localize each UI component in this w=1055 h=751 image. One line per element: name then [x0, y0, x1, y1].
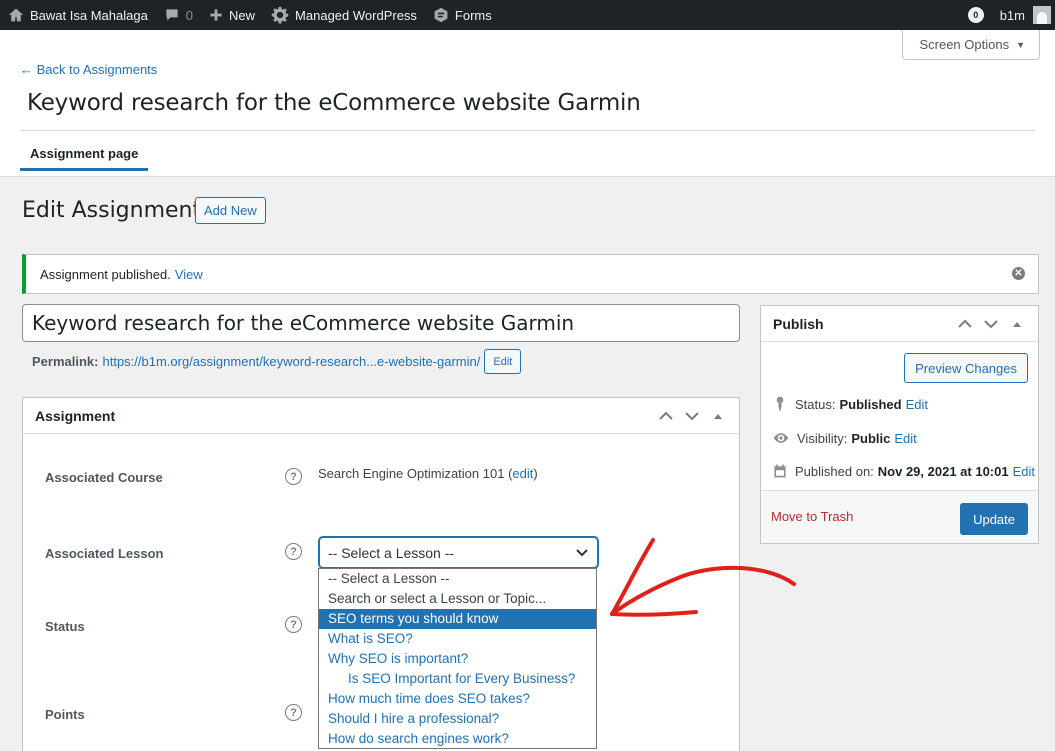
publish-metabox: Publish Preview Changes Status: Publishe… — [760, 305, 1039, 544]
status-row: Status: Published Edit — [772, 396, 928, 412]
visibility-value: Public — [851, 430, 891, 446]
permalink-edit-button[interactable]: Edit — [484, 349, 522, 374]
comments-count: 0 — [185, 7, 194, 23]
managed-wordpress-menu[interactable]: Managed WordPress — [263, 0, 425, 30]
forms-menu[interactable]: Forms — [425, 0, 500, 30]
update-button[interactable]: Update — [960, 503, 1028, 535]
move-up-icon[interactable] — [653, 411, 679, 421]
published-edit-link[interactable]: Edit — [1013, 464, 1035, 479]
course-name: Search Engine Optimization 101 — [318, 466, 505, 481]
published-value: Nov 29, 2021 at 10:01 — [877, 463, 1009, 479]
gear-icon — [271, 6, 289, 24]
lesson-select-value: -- Select a Lesson -- — [328, 544, 455, 561]
permalink-url[interactable]: https://b1m.org/assignment/keyword-resea… — [102, 354, 480, 369]
move-down-icon[interactable] — [978, 319, 1004, 329]
help-icon[interactable]: ? — [285, 616, 302, 633]
lesson-option-highlighted[interactable]: SEO terms you should know — [319, 609, 596, 629]
help-icon[interactable]: ? — [285, 543, 302, 560]
lesson-option[interactable]: What is SEO? — [319, 629, 596, 649]
lesson-search-option[interactable]: Search or select a Lesson or Topic... — [319, 589, 596, 609]
title-input[interactable] — [22, 304, 740, 342]
admin-bar: Bawat Isa Mahalaga 0 New Managed WordPre… — [0, 0, 1055, 30]
permalink: Permalink: https://b1m.org/assignment/ke… — [32, 349, 522, 374]
lesson-option[interactable]: How do search engines work? — [319, 729, 596, 749]
new-content-menu[interactable]: New — [201, 0, 263, 30]
topic-option[interactable]: Is SEO Important for Every Business? — [319, 669, 596, 689]
comments-menu[interactable]: 0 — [156, 0, 201, 30]
visibility-label: Visibility: — [797, 430, 848, 446]
move-to-trash-link[interactable]: Move to Trash — [771, 509, 853, 524]
site-name: Bawat Isa Mahalaga — [30, 7, 148, 23]
screen-options-label: Screen Options — [919, 37, 1010, 52]
publish-header: Publish — [761, 306, 1038, 342]
visibility-edit-link[interactable]: Edit — [894, 431, 916, 446]
metabox-header: Assignment — [23, 398, 739, 434]
plus-icon — [210, 9, 222, 21]
lesson-option[interactable]: Should I hire a professional? — [319, 709, 596, 729]
user-menu[interactable]: b1m — [992, 0, 1055, 30]
home-icon — [8, 8, 24, 22]
status-value: Published — [839, 396, 902, 412]
lesson-option[interactable]: How much time does SEO takes? — [319, 689, 596, 709]
points-label: Points — [45, 707, 85, 722]
eye-icon — [773, 433, 789, 443]
page-header: Screen Options ▼ ← Back to Assignments K… — [0, 30, 1055, 177]
chevron-down-icon — [576, 549, 588, 557]
tab-assignment-page[interactable]: Assignment page — [20, 139, 149, 171]
notice-view-link[interactable]: View — [175, 267, 203, 282]
forms-label: Forms — [454, 7, 492, 23]
divider — [20, 130, 1035, 131]
associated-course-label: Associated Course — [45, 470, 163, 485]
status-label: Status: — [795, 396, 836, 412]
help-icon[interactable]: ? — [285, 468, 302, 485]
preview-changes-button[interactable]: Preview Changes — [904, 353, 1028, 383]
new-label: New — [229, 7, 256, 23]
collapse-icon[interactable] — [705, 412, 731, 420]
avatar — [1033, 6, 1051, 24]
visibility-row: Visibility: Public Edit — [772, 430, 917, 446]
site-menu[interactable]: Bawat Isa Mahalaga — [0, 0, 156, 30]
notifications[interactable]: 0 — [960, 0, 992, 30]
collapse-icon[interactable] — [1004, 320, 1030, 328]
published-label: Published on: — [795, 463, 874, 479]
publish-title: Publish — [773, 315, 824, 332]
move-down-icon[interactable] — [679, 411, 705, 421]
associated-lesson-label: Associated Lesson — [45, 546, 164, 561]
metabox-title: Assignment — [35, 407, 116, 424]
calendar-icon — [774, 464, 786, 478]
comment-icon — [166, 9, 178, 21]
published-on-row: Published on: Nov 29, 2021 at 10:01 Edit — [772, 463, 1035, 479]
user-name: b1m — [999, 7, 1025, 23]
notice-text: Assignment published. — [40, 266, 171, 282]
permalink-label: Permalink: — [32, 354, 99, 369]
lesson-option[interactable]: -- Select a Lesson -- — [319, 569, 596, 589]
managed-label: Managed WordPress — [295, 7, 417, 23]
status-label: Status — [45, 619, 85, 634]
help-icon[interactable]: ? — [285, 704, 302, 721]
annotation-arrow-icon — [610, 538, 796, 617]
pin-icon — [776, 396, 784, 412]
success-notice: Assignment published. View ✕ — [22, 254, 1039, 294]
page-title: Keyword research for the eCommerce websi… — [27, 90, 641, 116]
lesson-option[interactable]: Why SEO is important? — [319, 649, 596, 669]
move-up-icon[interactable] — [952, 319, 978, 329]
add-new-button[interactable]: Add New — [195, 197, 266, 224]
course-edit-link[interactable]: edit — [512, 466, 533, 481]
caret-down-icon: ▼ — [1016, 39, 1025, 50]
notification-count: 0 — [967, 7, 984, 23]
course-value: Search Engine Optimization 101 (edit) — [318, 466, 538, 481]
lesson-select[interactable]: -- Select a Lesson -- — [319, 537, 598, 568]
dismiss-icon[interactable]: ✕ — [1012, 267, 1025, 280]
lesson-dropdown-list: -- Select a Lesson -- Search or select a… — [318, 568, 597, 749]
forms-icon — [434, 7, 448, 23]
status-edit-link[interactable]: Edit — [906, 397, 928, 412]
screen-options-button[interactable]: Screen Options ▼ — [902, 30, 1040, 60]
back-to-assignments-link[interactable]: ← Back to Assignments — [20, 62, 157, 77]
edit-heading: Edit Assignment — [22, 198, 202, 223]
